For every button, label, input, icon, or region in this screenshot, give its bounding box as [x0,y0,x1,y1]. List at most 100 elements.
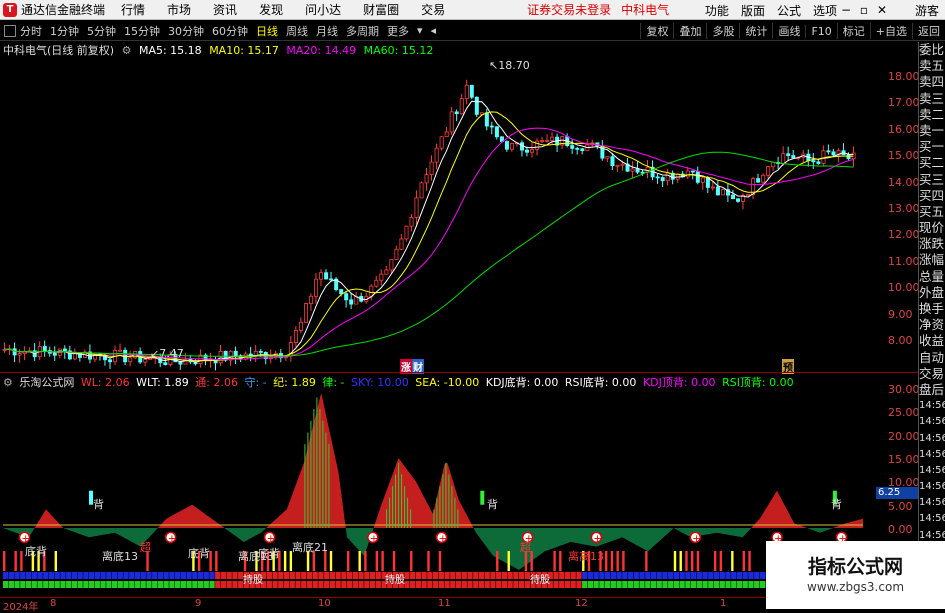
indicator-chart[interactable]: + + + + + + + + + + [0,388,884,596]
btn-duogu[interactable]: 多股 [706,23,739,39]
btn-biaoji[interactable]: 标记 [836,23,870,39]
sidebar-item[interactable]: 14:56 [919,431,945,447]
btn-fuquan[interactable]: 复权 [640,23,673,39]
state-band-top [266,572,272,579]
period-monthly[interactable]: 月线 [316,23,338,39]
sidebar-item[interactable]: 14:56 [919,511,945,527]
btn-huaxian[interactable]: 画线 [772,23,805,39]
sidebar-item[interactable]: 买四 [919,188,945,204]
menu-item-hangqing[interactable]: 行情 [121,1,145,18]
kline-chart[interactable] [0,56,884,372]
menu-item-zixun[interactable]: 资讯 [213,1,237,18]
sidebar-item[interactable]: 交易 [919,366,945,382]
sidebar-item[interactable]: 卖一 [919,123,945,139]
buy-marker-plus: + [439,533,447,544]
sidebar-item[interactable]: 卖五 [919,58,945,74]
sidebar-item[interactable]: 涨幅 [919,252,945,268]
period-daily[interactable]: 日线 [256,23,278,39]
period-30min[interactable]: 30分钟 [168,23,204,39]
menu-item-wenxiaoda[interactable]: 问小达 [305,1,341,18]
period-more[interactable]: 更多 [387,23,409,39]
sidebar-item[interactable]: 卖二 [919,107,945,123]
state-band-bottom [25,581,32,588]
sidebar-item[interactable]: 14:56 [919,447,945,463]
candle-body [399,238,404,250]
candle-body [620,163,625,166]
menu-item-xuanxiang[interactable]: 选项 [813,2,837,19]
menu-item-caifuquan[interactable]: 财富圈 [363,1,399,18]
sidebar-item[interactable]: 买三 [919,172,945,188]
minimize-icon[interactable]: − [837,3,855,17]
sidebar-item[interactable]: 净资 [919,317,945,333]
more-dropdown-icon[interactable]: ▾ [417,24,423,37]
menu-item-gongshi[interactable]: 公式 [777,2,801,19]
state-band-top [605,572,611,579]
period-15min[interactable]: 15分钟 [124,23,160,39]
state-band-top [719,572,725,579]
sidebar-item[interactable]: 卖四 [919,74,945,90]
sidebar-item[interactable]: 自动 [919,350,945,366]
period-60min[interactable]: 60分钟 [212,23,248,39]
state-band-bottom [719,581,725,588]
pane-divider[interactable] [0,372,918,373]
sidebar-item[interactable]: 买一 [919,139,945,155]
btn-tongji[interactable]: 统计 [739,23,772,39]
state-band-bottom [433,581,439,588]
menu-item-faxian[interactable]: 发现 [259,1,283,18]
state-band-top [685,572,691,579]
close-icon[interactable]: ✕ [873,3,891,17]
menu-item-banmian[interactable]: 版面 [741,2,765,19]
btn-f10[interactable]: F10 [805,24,836,38]
sidebar-item[interactable]: 14:56 [919,495,945,511]
menu-item-shichang[interactable]: 市场 [167,1,191,18]
prev-arrow-icon[interactable]: ◂ [431,24,437,37]
state-band-bottom [582,581,588,588]
menu-item-gongneng[interactable]: 功能 [705,2,729,19]
sidebar-item[interactable]: 卖三 [919,91,945,107]
user-label[interactable]: 游客 [915,2,939,19]
state-band-bottom [180,581,186,588]
state-band-top [8,572,14,579]
sidebar-item[interactable]: 总量 [919,269,945,285]
sidebar-item[interactable]: 现价 [919,220,945,236]
sidebar-item[interactable]: 换手 [919,301,945,317]
sidebar-item[interactable]: 外盘 [919,285,945,301]
sidebar-item[interactable]: 买二 [919,155,945,171]
period-1min[interactable]: 1分钟 [50,23,79,39]
state-band-top [48,572,55,579]
sidebar-item[interactable]: 盘后 [919,382,945,398]
btn-fanhui[interactable]: 返回 [912,23,945,39]
candle-body [143,359,148,363]
state-band-top [576,572,582,579]
period-weekly[interactable]: 周线 [286,23,308,39]
state-band-top [433,572,439,579]
sidebar-item[interactable]: 涨跌 [919,236,945,252]
state-band-top [742,572,748,579]
sidebar-item[interactable]: 14:56 [919,398,945,414]
state-band-bottom [673,581,680,588]
label-daigu: 待股 [530,575,550,586]
state-band-top [278,572,284,579]
period-multi[interactable]: 多周期 [346,23,379,39]
period-fenshi[interactable]: 分时 [20,23,42,39]
btn-zixuan[interactable]: +自选 [869,23,912,39]
btn-diejia[interactable]: 叠加 [673,23,706,39]
sidebar-item[interactable]: 14:56 [919,414,945,430]
panel-toggle-icon[interactable] [4,24,16,37]
state-band-top [123,572,129,579]
login-notice[interactable]: 证券交易未登录 [527,1,611,18]
sidebar-item[interactable]: 买五 [919,204,945,220]
state-band-bottom [415,581,422,588]
period-5min[interactable]: 5分钟 [87,23,116,39]
candle-body [610,156,615,167]
sidebar-item[interactable]: 收益 [919,333,945,349]
state-band-bottom [754,581,760,588]
sidebar-item[interactable]: 14:56 [919,463,945,479]
sidebar-item[interactable]: 委比 [919,42,945,58]
menu-item-jiaoyi[interactable]: 交易 [421,1,445,18]
candle-body [826,150,831,153]
sidebar-item[interactable]: 14:56 [919,479,945,495]
watermark: 指标公式网 www.zbgs3.com [766,541,945,609]
restore-icon[interactable]: ▫ [855,3,873,17]
candle-body [846,154,851,160]
